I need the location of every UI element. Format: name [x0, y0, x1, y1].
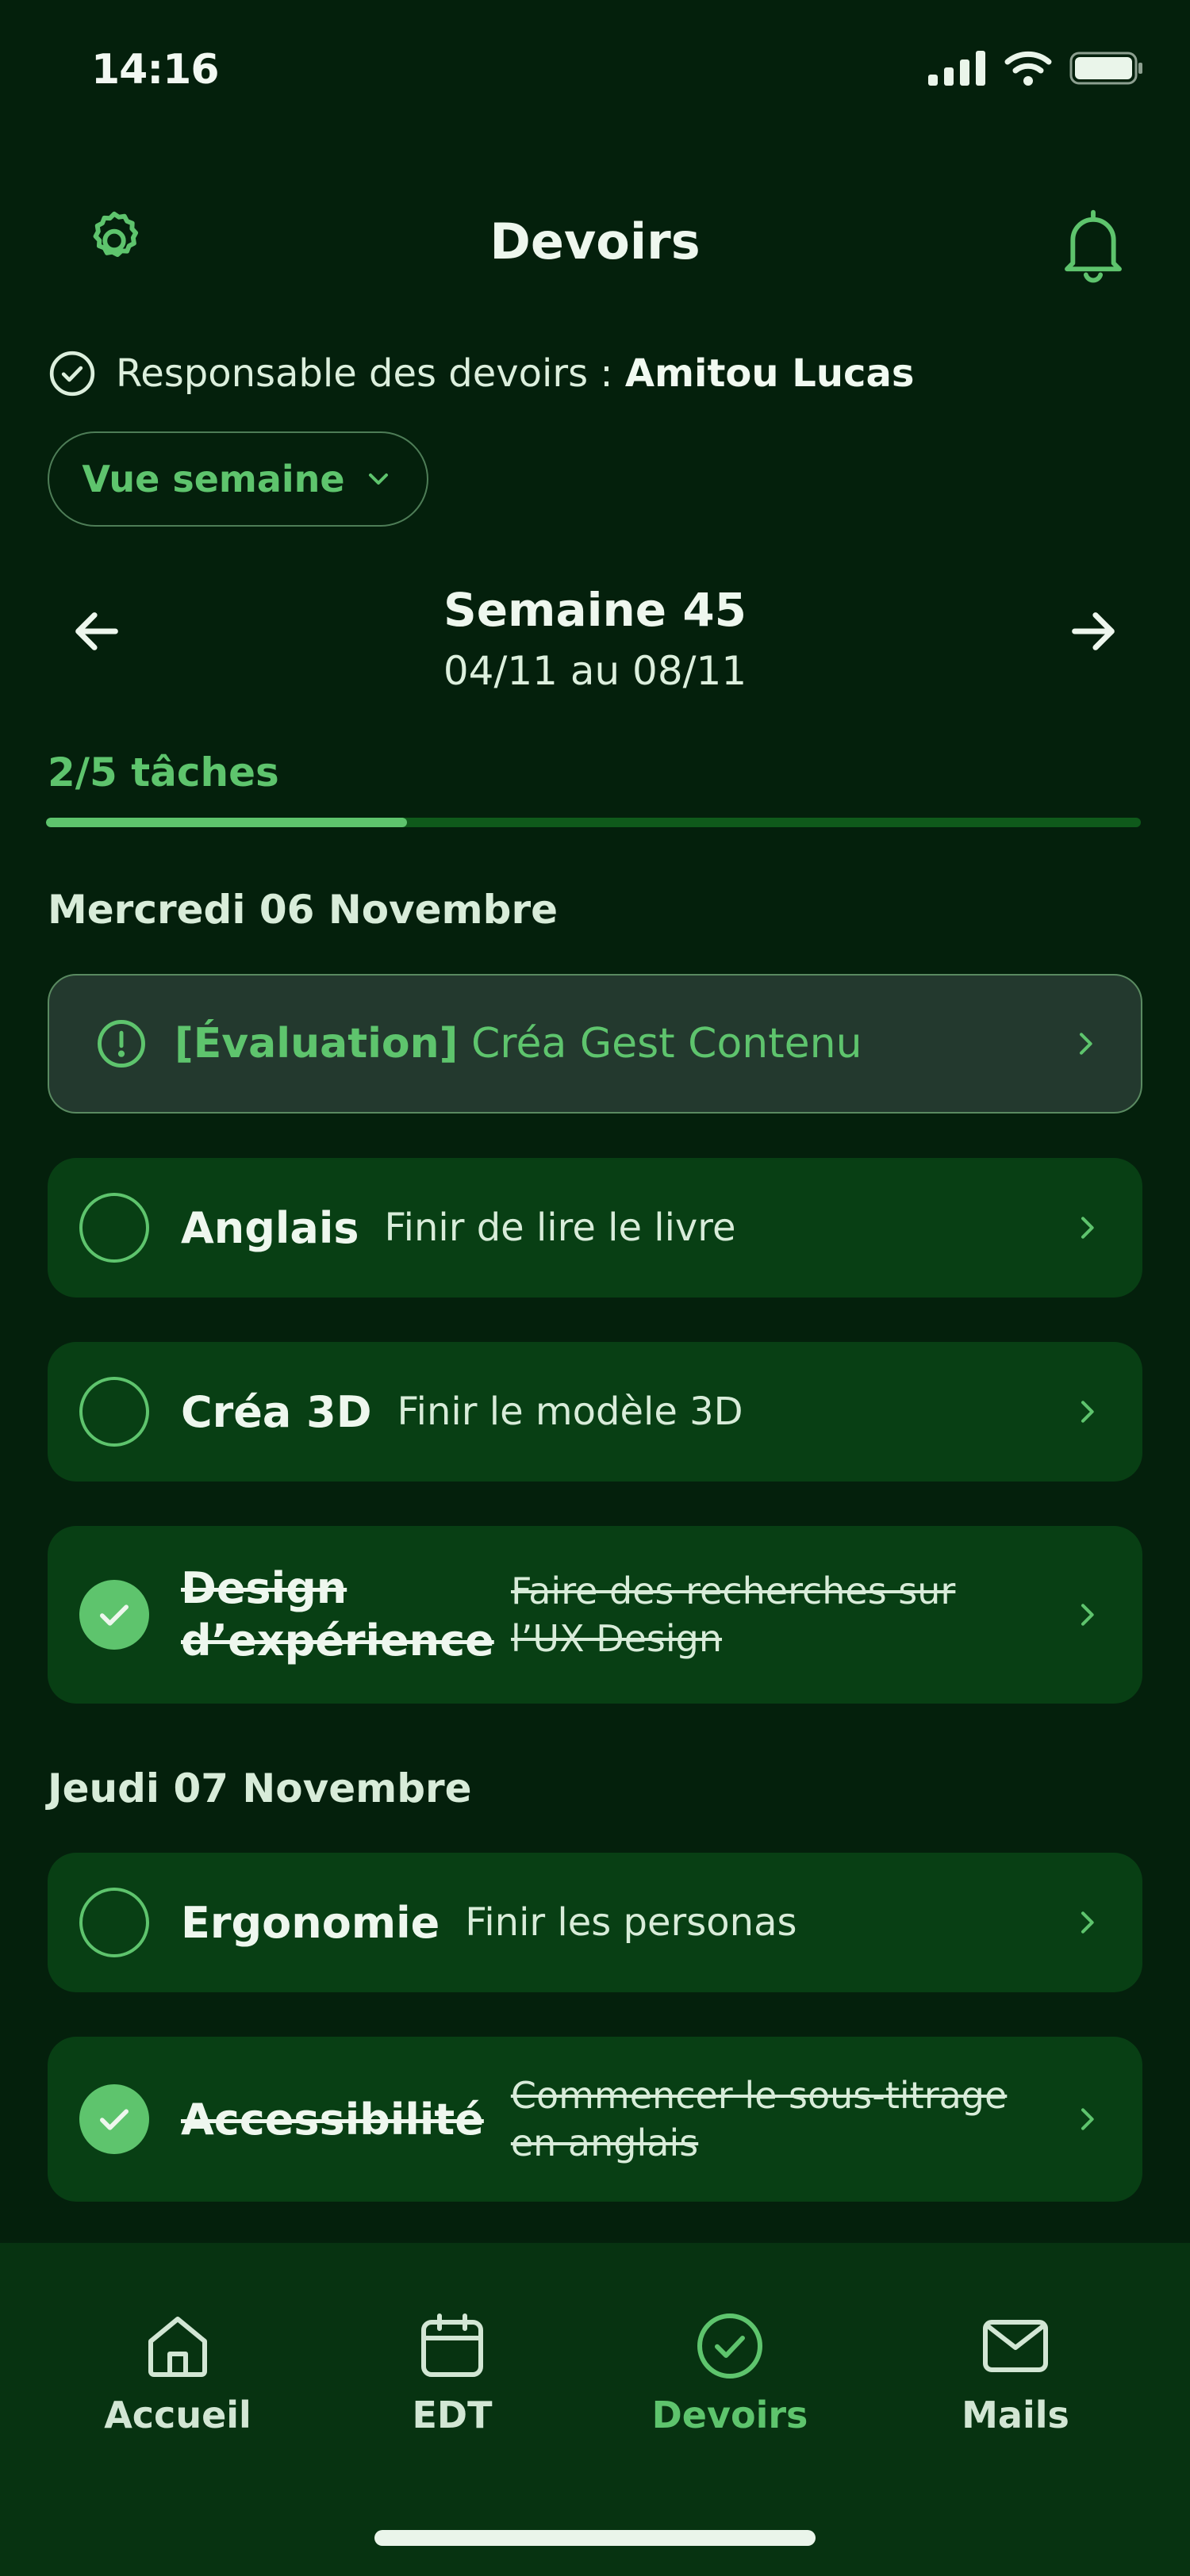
view-selector-button[interactable]: Vue semaine	[48, 431, 428, 527]
next-week-button[interactable]	[1061, 600, 1125, 663]
tab-devoirs[interactable]: Devoirs	[627, 2308, 833, 2436]
task-card-done[interactable]: Design d’expérience Faire des recherches…	[48, 1526, 1142, 1704]
day-heading: Mercredi 06 Novembre	[48, 887, 559, 933]
chevron-right-icon	[1071, 1599, 1103, 1631]
task-subject: Accessibilité	[181, 2094, 484, 2145]
mail-icon	[983, 2320, 1048, 2372]
arrow-right-icon	[1072, 612, 1115, 650]
progress-bar	[46, 818, 1141, 827]
task-subject: Ergonomie	[181, 1897, 440, 1948]
alert-circle-icon	[98, 1020, 145, 1068]
tab-edt[interactable]: EDT	[349, 2308, 555, 2436]
tab-label: EDT	[412, 2394, 493, 2436]
task-card-done[interactable]: Accessibilité Commencer le sous-titrage …	[48, 2037, 1142, 2202]
week-range: 04/11 au 08/11	[443, 648, 747, 694]
chevron-right-icon	[1069, 1028, 1101, 1060]
week-header: Semaine 45 04/11 au 08/11	[0, 583, 1190, 694]
progress-bar-fill	[46, 818, 408, 827]
task-description: Faire des recherches sur l’UX Design	[511, 1570, 956, 1660]
task-checkbox[interactable]	[79, 1888, 149, 1957]
notifications-button[interactable]	[1058, 205, 1128, 284]
chevron-right-icon	[1071, 1396, 1103, 1428]
wifi-icon	[1004, 51, 1052, 86]
check-circle-icon	[49, 351, 95, 397]
task-description: Finir de lire le livre	[384, 1206, 736, 1250]
tab-label: Mails	[962, 2394, 1069, 2436]
task-subject: Design d’expérience	[181, 1563, 494, 1666]
tab-mails[interactable]: Mails	[912, 2308, 1119, 2436]
page-title: Devoirs	[489, 213, 701, 270]
evaluation-tag: [Évaluation]	[175, 1020, 459, 1068]
chevron-right-icon	[1071, 1212, 1103, 1244]
responsible-name: Amitou Lucas	[624, 351, 915, 396]
task-description: Finir le modèle 3D	[397, 1390, 743, 1434]
home-indicator[interactable]	[374, 2530, 816, 2546]
task-card-evaluation[interactable]: [Évaluation] Créa Gest Contenu	[48, 974, 1142, 1114]
bell-icon	[1065, 209, 1122, 283]
tab-accueil[interactable]: Accueil	[75, 2308, 281, 2436]
view-selector-label: Vue semaine	[82, 458, 345, 500]
task-card[interactable]: Ergonomie Finir les personas	[48, 1853, 1142, 1992]
day-heading: Jeudi 07 Novembre	[48, 1765, 472, 1811]
task-checkbox-checked[interactable]	[79, 1580, 149, 1650]
home-icon	[148, 2317, 207, 2377]
calendar-icon	[421, 2313, 483, 2377]
task-subject: Créa 3D	[181, 1386, 372, 1437]
chevron-down-icon	[368, 473, 388, 485]
tab-label: Devoirs	[651, 2394, 808, 2436]
chevron-right-icon	[1071, 1907, 1103, 1938]
task-checkbox-checked[interactable]	[79, 2084, 149, 2154]
checkmark-icon	[100, 1604, 129, 1626]
task-description: Finir les personas	[465, 1900, 797, 1945]
checkmark-icon	[100, 2109, 129, 2130]
homework-responsible: Responsable des devoirs : Amitou Lucas	[48, 349, 914, 398]
status-time: 14:16	[91, 46, 220, 94]
task-subject: Anglais	[181, 1202, 359, 1253]
responsible-label: Responsable des devoirs :	[116, 351, 613, 396]
signal-icon	[928, 51, 985, 86]
battery-icon	[1069, 52, 1142, 85]
task-card[interactable]: Créa 3D Finir le modèle 3D	[48, 1342, 1142, 1482]
task-card[interactable]: Anglais Finir de lire le livre	[48, 1158, 1142, 1298]
task-description: Commencer le sous-titrage en anglais	[510, 2074, 1008, 2164]
task-description: Créa Gest Contenu	[470, 1020, 862, 1068]
check-circle-icon	[697, 2313, 762, 2379]
chevron-right-icon	[1071, 2103, 1103, 2135]
task-checkbox[interactable]	[79, 1193, 149, 1263]
tab-label: Accueil	[104, 2394, 251, 2436]
week-title: Semaine 45	[443, 583, 747, 637]
task-checkbox[interactable]	[79, 1377, 149, 1447]
progress-label: 2/5 tâches	[48, 749, 279, 795]
status-icons	[928, 51, 1144, 86]
